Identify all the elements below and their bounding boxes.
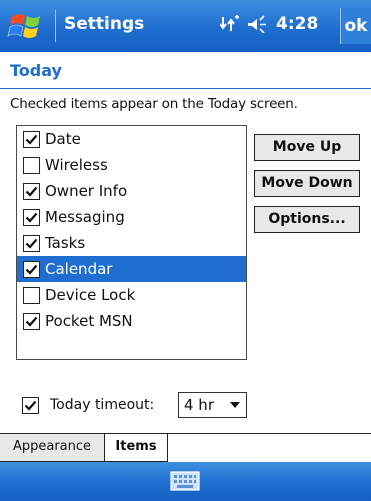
today-items-list[interactable]: Date Wireless Owner Info Messaging Tasks… [16,125,247,360]
list-item-messaging[interactable]: Messaging [17,204,246,230]
list-item-calendar[interactable]: Calendar [17,256,246,282]
list-item-label: Messaging [45,208,125,226]
today-timeout-value: 4 hr [184,396,214,414]
connectivity-arrows-icon[interactable] [220,15,240,33]
options-button[interactable]: Options... [254,206,360,233]
today-timeout-label: Today timeout: [50,397,155,413]
start-button[interactable] [6,8,50,44]
list-item-label: Tasks [45,234,86,252]
today-timeout-select[interactable]: 4 hr [178,392,247,418]
list-item-tasks[interactable]: Tasks [17,230,246,256]
ok-button[interactable]: ok [340,8,371,44]
list-item-owner-info[interactable]: Owner Info [17,178,246,204]
check-icon [25,238,38,249]
instructions-text: Checked items appear on the Today screen… [10,96,298,112]
speaker-icon[interactable] [248,15,268,33]
list-item-wireless[interactable]: Wireless [17,152,246,178]
list-item-label: Owner Info [45,182,128,200]
move-up-button[interactable]: Move Up [254,134,360,161]
command-bar [0,462,371,501]
checkbox[interactable] [23,182,40,200]
checkbox[interactable] [23,156,40,174]
list-item-date[interactable]: Date [17,126,246,152]
title-divider [0,88,371,89]
check-icon [25,134,38,145]
title-separator [55,10,56,42]
app-title: Settings [64,14,145,34]
today-timeout-checkbox[interactable] [22,397,39,414]
windows-flag-icon [7,14,40,38]
check-icon [25,186,38,197]
title-bar: Settings 4:28 ok [0,0,371,52]
screen: Settings 4:28 ok Today Checked items app… [0,0,371,501]
check-icon [25,212,38,223]
checkbox[interactable] [23,234,40,252]
checkbox[interactable] [23,260,40,278]
checkbox[interactable] [23,130,40,148]
tab-items[interactable]: Items [104,434,168,462]
tab-appearance[interactable]: Appearance [0,434,105,462]
keyboard-icon[interactable] [170,470,200,492]
status-area[interactable]: 4:28 [220,14,318,34]
checkbox[interactable] [23,312,40,330]
list-item-device-lock[interactable]: Device Lock [17,282,246,308]
list-item-label: Wireless [45,156,108,174]
list-item-label: Device Lock [45,286,136,304]
check-icon [25,316,38,327]
checkbox[interactable] [23,208,40,226]
list-item-pocket-msn[interactable]: Pocket MSN [17,308,246,334]
checkbox[interactable] [23,286,40,304]
list-item-label: Calendar [45,260,113,278]
list-item-label: Date [45,130,81,148]
input-panel-button[interactable] [170,470,200,492]
list-item-label: Pocket MSN [45,312,133,330]
check-icon [25,264,38,275]
check-icon [24,400,37,411]
move-down-button[interactable]: Move Down [254,170,360,197]
page-title: Today [10,61,62,80]
dropdown-arrow-icon[interactable] [230,402,240,408]
clock[interactable]: 4:28 [276,14,318,34]
